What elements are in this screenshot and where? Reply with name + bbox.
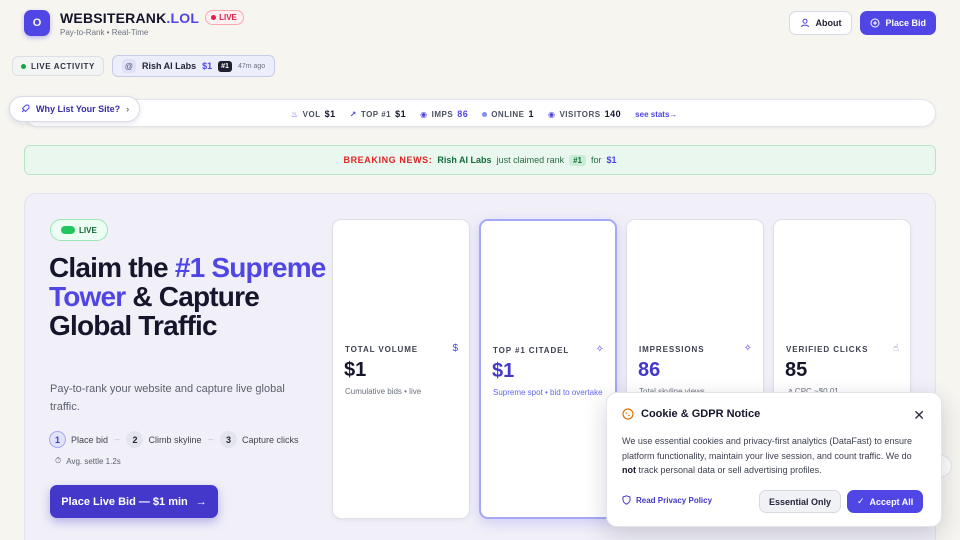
stat-card-total-volume: TOTAL VOLUME $ $1 Cumulative bids • live (332, 219, 470, 519)
card-label: TOP #1 CITADEL (493, 346, 570, 355)
brand: WEBSITERANK.LOL LIVE Pay-to-Rank • Real-… (60, 10, 244, 37)
eye-icon: ◉ (420, 109, 428, 119)
cookie-title: Cookie & GDPR Notice (641, 408, 761, 420)
breaking-name: Rish AI Labs (437, 155, 492, 165)
card-value: $1 (344, 359, 367, 381)
activity-entry-amount: $1 (202, 61, 213, 71)
user-icon (801, 18, 810, 28)
card-value: 85 (785, 359, 808, 381)
arrow-right-icon: → (195, 495, 207, 508)
brand-tld: .LOL (166, 9, 200, 26)
steps-row: 1 Place bid – 2 Climb skyline – 3 Captur… (49, 431, 298, 448)
live-badge: LIVE (205, 10, 244, 25)
step-label: Capture clicks (241, 434, 299, 445)
activity-entry[interactable]: @ Rish AI Labs $1 #1 47m ago (111, 55, 276, 77)
hero-title: Claim the #1 Supreme Tower & Capture Glo… (49, 252, 326, 341)
step-number: 3 (219, 431, 237, 448)
activity-entry-rank: #1 (218, 60, 232, 72)
activity-entry-name: Rish AI Labs (141, 61, 197, 71)
live-toggle-icon (61, 226, 75, 234)
flame-icon: ♨ (291, 109, 299, 119)
why-list-button[interactable]: Why List Your Site? › (9, 96, 141, 122)
plus-circle-icon (870, 18, 880, 28)
activity-dot-icon (21, 63, 26, 69)
pointer-click-icon: ☝ (892, 343, 899, 354)
breaking-amount: $1 (606, 155, 617, 165)
card-value: $1 (492, 360, 515, 382)
shield-icon (622, 495, 631, 505)
breaking-label: BREAKING NEWS: (343, 155, 433, 165)
stat-visitors: ◉ VISITORS 140 (547, 109, 622, 119)
settle-time: ⏱ Avg. settle 1.2s (55, 456, 121, 466)
sparkle-icon: ✧ (743, 343, 752, 354)
essential-only-button[interactable]: Essential Only (759, 490, 842, 513)
step-label: Place bid (71, 434, 109, 445)
activity-row: LIVE ACTIVITY @ Rish AI Labs $1 #1 47m a… (12, 55, 276, 77)
cookie-notice: Cookie & GDPR Notice ✕ We use essential … (606, 392, 942, 527)
breaking-text-for: for (591, 155, 602, 165)
card-value: 86 (638, 359, 661, 381)
check-icon: ✓ (857, 496, 865, 506)
cookie-body: We use essential cookies and privacy-fir… (622, 436, 912, 475)
cookie-icon (622, 408, 634, 420)
online-dot-icon (482, 111, 488, 117)
dollar-icon: $ (452, 343, 458, 354)
step-number: 2 (126, 431, 144, 448)
stat-online: ONLINE 1 (482, 109, 534, 119)
timer-icon: ⏱ (55, 456, 62, 465)
place-bid-button[interactable]: Place Bid (860, 11, 936, 35)
card-subtext: Supreme spot • bid to overtake (493, 388, 603, 397)
place-live-bid-button[interactable]: Place Live Bid — $1 min → (50, 485, 218, 518)
trend-up-icon: ↗ (349, 109, 357, 119)
step-separator: – (208, 435, 213, 444)
logo[interactable]: O (24, 10, 50, 36)
card-label: TOTAL VOLUME (345, 345, 419, 354)
live-dot-icon (211, 15, 217, 20)
step-separator: – (115, 435, 120, 444)
rocket-icon (21, 104, 30, 113)
stat-top: ↗ TOP #1 $1 (349, 109, 407, 119)
hero-description: Pay-to-rank your website and capture liv… (50, 383, 285, 413)
accept-all-button[interactable]: ✓ Accept All (847, 490, 924, 513)
hero-live-badge: LIVE (50, 219, 108, 241)
see-stats-link[interactable]: see stats→ (635, 110, 677, 119)
stat-volume: ♨ VOL $1 (291, 109, 336, 119)
card-subtext: Cumulative bids • live (345, 387, 422, 396)
at-icon: @ (121, 59, 136, 73)
step-label: Climb skyline (148, 434, 202, 445)
stat-card-top-citadel: TOP #1 CITADEL ✧ $1 Supreme spot • bid t… (479, 219, 617, 519)
app-header: O WEBSITERANK.LOL LIVE Pay-to-Rank • Rea… (0, 0, 960, 46)
step-number: 1 (49, 431, 66, 448)
live-activity-chip: LIVE ACTIVITY (12, 56, 104, 76)
privacy-policy-link[interactable]: Read Privacy Policy (622, 495, 712, 505)
close-icon[interactable]: ✕ (913, 407, 925, 424)
card-label: VERIFIED CLICKS (786, 345, 869, 354)
stats-bar: ♨ VOL $1 ↗ TOP #1 $1 ◉ IMPS 86 ONLINE 1 ◉ VI… (24, 99, 936, 127)
brand-subtitle: Pay-to-Rank • Real-Time (60, 27, 149, 37)
brand-name[interactable]: WEBSITERANK.LOL (60, 10, 199, 26)
activity-entry-time: 47m ago (237, 62, 266, 70)
eye-icon: ◉ (547, 109, 556, 119)
chevron-right-icon: › (126, 104, 130, 114)
sparkle-icon: ✧ (595, 344, 604, 355)
card-label: IMPRESSIONS (639, 345, 705, 354)
breaking-text: just claimed rank (496, 155, 565, 165)
breaking-news-banner: BREAKING NEWS: Rish AI Labs just claimed… (24, 145, 936, 175)
stat-impressions: ◉ IMPS 86 (420, 109, 469, 119)
about-button[interactable]: About (789, 11, 853, 35)
breaking-rank: #1 (569, 154, 586, 166)
